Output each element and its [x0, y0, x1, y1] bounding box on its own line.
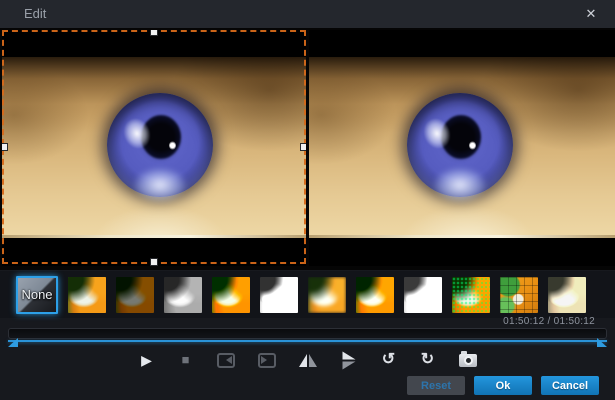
reset-button[interactable]: Reset: [407, 376, 465, 395]
filter-strip: None: [0, 271, 615, 318]
filter-thumb-sepia[interactable]: [548, 276, 586, 313]
after-preview-panel[interactable]: [309, 30, 615, 266]
trim-range-line[interactable]: [8, 340, 607, 342]
filter-preview-image: [164, 276, 202, 313]
eye-glow: [134, 168, 186, 202]
filter-preview-image: [548, 276, 586, 313]
filter-preview-image: [116, 276, 154, 313]
title-bar: Edit ✕: [0, 0, 615, 28]
flip-horizontal-button[interactable]: [298, 351, 317, 369]
filter-thumb-dark[interactable]: [116, 276, 154, 313]
eye-highlight-dot: [469, 141, 476, 150]
eyelid-line: [309, 235, 615, 238]
ok-button[interactable]: Ok: [474, 376, 532, 395]
preview-area: [0, 28, 615, 270]
edit-dialog: Edit ✕ None 01:50:12 / 01:50:12 ▶ ■ ↺ ↻ …: [0, 0, 615, 400]
camera-icon: [458, 350, 477, 367]
close-icon[interactable]: ✕: [583, 6, 599, 22]
filter-preview-image: [260, 276, 298, 313]
after-video-frame: [309, 57, 615, 238]
filter-preview-image: [308, 276, 346, 313]
dialog-title: Edit: [24, 6, 47, 21]
selection-handle-bottom[interactable]: [150, 258, 158, 266]
filter-thumb-original[interactable]: [68, 276, 106, 313]
eye-glow: [434, 168, 486, 202]
before-video-frame: [2, 57, 306, 238]
filter-thumb-mosaic[interactable]: [500, 276, 538, 313]
filter-preview-image: [68, 276, 106, 313]
filter-thumb-emboss[interactable]: [404, 276, 442, 313]
rotate-left-button[interactable]: ↺: [381, 351, 397, 369]
filter-thumb-noise[interactable]: [452, 276, 490, 313]
eye-iris: [407, 93, 513, 202]
filter-preview-image: [212, 276, 250, 313]
filter-thumb-blur[interactable]: [308, 276, 346, 313]
flip-horizontal-icon: [298, 353, 317, 367]
stop-button[interactable]: ■: [178, 351, 194, 369]
filter-thumb-none[interactable]: None: [16, 275, 58, 314]
control-bar: ▶ ■ ↺ ↻: [0, 349, 615, 371]
filter-preview-image: [356, 276, 394, 313]
filter-preview-image: [452, 276, 490, 313]
selection-handle-right[interactable]: [300, 143, 306, 151]
filter-thumb-vivid[interactable]: [212, 276, 250, 313]
timecode-display: 01:50:12 / 01:50:12: [503, 316, 595, 327]
flip-vertical-button[interactable]: [340, 351, 358, 369]
trim-start-button[interactable]: [216, 351, 235, 369]
cancel-button[interactable]: Cancel: [541, 376, 599, 395]
button-row: Reset Ok Cancel: [407, 376, 599, 395]
before-preview-panel[interactable]: [2, 30, 306, 266]
filter-preview-image: [404, 276, 442, 313]
eye-highlight-dot: [169, 141, 176, 150]
trim-start-icon: [216, 352, 235, 368]
trim-end-button[interactable]: [257, 351, 276, 369]
trim-end-icon: [257, 352, 276, 368]
filter-none-label: None: [21, 287, 53, 302]
filter-thumb-enhance[interactable]: [356, 276, 394, 313]
eye-iris: [107, 93, 213, 202]
filter-thumb-sketch[interactable]: [260, 276, 298, 313]
flip-vertical-icon: [342, 351, 355, 369]
filter-thumb-grayscale[interactable]: [164, 276, 202, 313]
snapshot-button[interactable]: [458, 350, 477, 369]
rotate-right-button[interactable]: ↻: [420, 351, 436, 369]
seek-bar[interactable]: [8, 328, 607, 339]
filter-preview-image: [500, 276, 538, 313]
selection-handle-top[interactable]: [150, 30, 158, 36]
eyelid-line: [2, 235, 306, 238]
play-button[interactable]: ▶: [139, 351, 155, 369]
selection-handle-left[interactable]: [2, 143, 8, 151]
